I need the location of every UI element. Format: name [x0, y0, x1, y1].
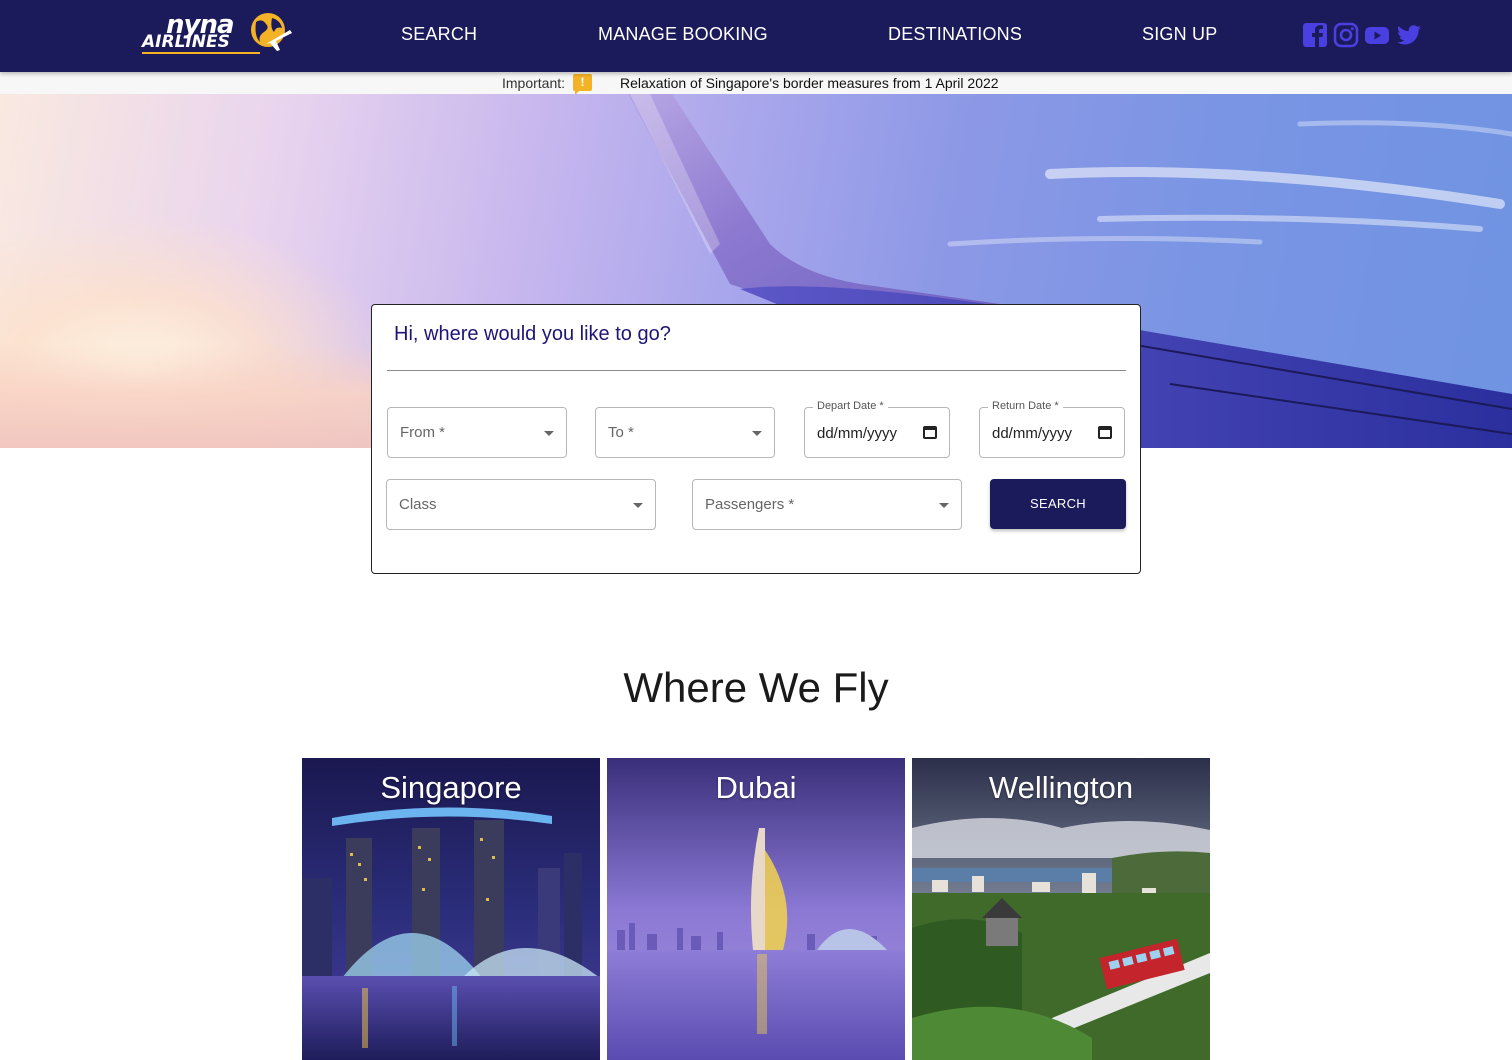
destination-name: Wellington	[988, 770, 1134, 805]
flight-search-card: Hi, where would you like to go? From * T…	[371, 304, 1141, 574]
announcement-bar: Important: ! Relaxation of Singapore's b…	[0, 72, 1512, 95]
brand-logo[interactable]: nyna AIRLINES	[138, 8, 298, 58]
destination-card-singapore[interactable]: Singapore	[302, 758, 600, 1060]
divider	[387, 370, 1126, 371]
depart-date-value: dd/mm/yyyy	[817, 425, 898, 442]
to-select[interactable]: To *	[595, 407, 775, 458]
announcement-link[interactable]: Relaxation of Singapore's border measure…	[620, 75, 999, 91]
destination-card-dubai[interactable]: Dubai	[607, 758, 905, 1060]
return-date-input[interactable]: Return Date * dd/mm/yyyy	[979, 400, 1125, 458]
caret-down-icon	[939, 503, 949, 508]
destination-name: Singapore	[380, 770, 522, 805]
to-select-label: To *	[608, 424, 634, 441]
passengers-select[interactable]: Passengers *	[692, 479, 962, 530]
destinations-heading: Where We Fly	[623, 664, 889, 711]
calendar-icon[interactable]	[1098, 426, 1112, 439]
destination-card-wellington[interactable]: Wellington	[912, 758, 1210, 1060]
nav-manage-booking-link[interactable]: MANAGE BOOKING	[598, 24, 768, 45]
destination-name: Dubai	[715, 770, 797, 805]
nav-sign-up-link[interactable]: SIGN UP	[1142, 24, 1217, 45]
class-select[interactable]: Class	[386, 479, 656, 530]
alert-icon: !	[573, 74, 592, 95]
from-select-label: From *	[400, 424, 445, 441]
announcement-label: Important:	[502, 75, 566, 91]
facebook-icon[interactable]	[1302, 22, 1328, 48]
class-select-label: Class	[399, 496, 437, 513]
passengers-select-label: Passengers *	[705, 496, 795, 513]
instagram-icon[interactable]	[1333, 22, 1359, 48]
caret-down-icon	[544, 431, 554, 436]
from-select[interactable]: From *	[387, 407, 567, 458]
top-navbar: nyna AIRLINES SEARCH MANAGE BOOKING DEST…	[0, 0, 1512, 72]
caret-down-icon	[752, 431, 762, 436]
return-date-value: dd/mm/yyyy	[992, 425, 1073, 442]
depart-date-label: Depart Date *	[813, 400, 888, 412]
nav-destinations-link[interactable]: DESTINATIONS	[888, 24, 1022, 45]
twitter-icon[interactable]	[1396, 22, 1422, 48]
nav-search-link[interactable]: SEARCH	[401, 24, 477, 45]
search-flights-button[interactable]: SEARCH	[990, 479, 1126, 529]
globe-plane-icon	[251, 13, 292, 51]
depart-date-input[interactable]: Depart Date * dd/mm/yyyy	[804, 400, 950, 458]
youtube-icon[interactable]	[1364, 22, 1390, 48]
caret-down-icon	[633, 503, 643, 508]
logo-underline	[142, 52, 260, 54]
search-card-title: Hi, where would you like to go?	[394, 323, 671, 345]
return-date-label: Return Date *	[988, 400, 1063, 412]
logo-wordmark-bottom: AIRLINES	[142, 32, 230, 52]
calendar-icon[interactable]	[923, 426, 937, 439]
